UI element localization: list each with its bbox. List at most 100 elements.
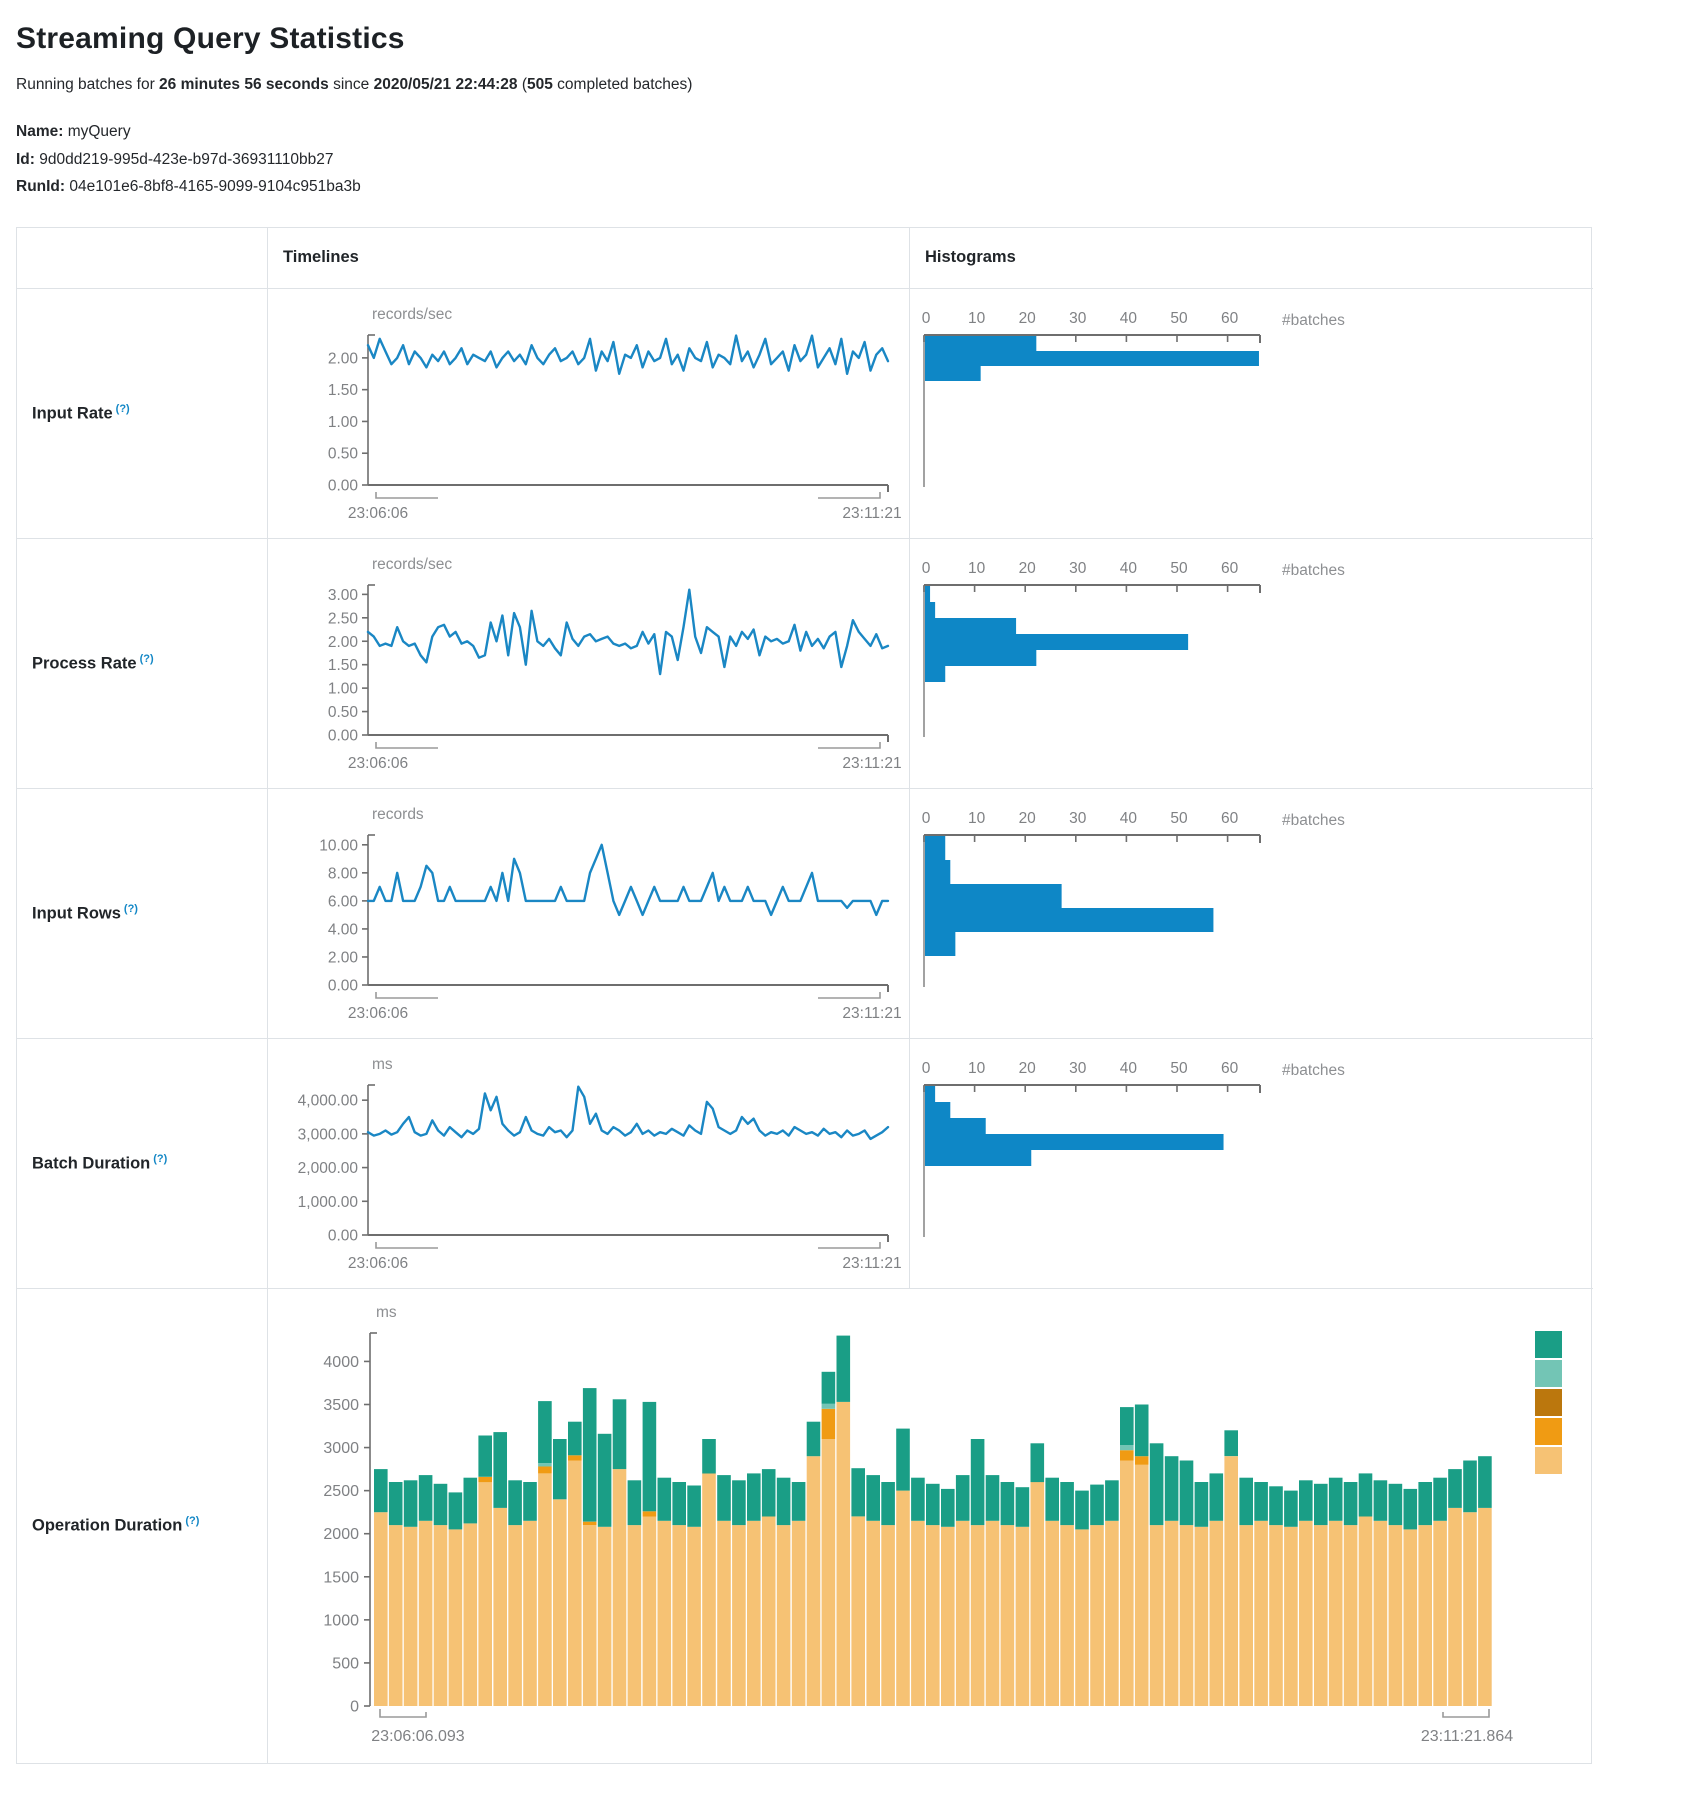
svg-text:2.00: 2.00 bbox=[328, 633, 359, 650]
query-meta: Name: myQuery Id: 9d0dd219-995d-423e-b97… bbox=[16, 118, 1677, 201]
svg-text:#batches: #batches bbox=[1282, 562, 1345, 579]
svg-text:30: 30 bbox=[1069, 810, 1087, 827]
page-title: Streaming Query Statistics bbox=[16, 22, 1677, 56]
svg-text:#batches: #batches bbox=[1282, 312, 1345, 329]
svg-text:records: records bbox=[372, 806, 424, 823]
svg-text:23:11:21: 23:11:21 bbox=[842, 505, 901, 522]
svg-text:1,000.00: 1,000.00 bbox=[298, 1193, 359, 1210]
svg-text:ms: ms bbox=[372, 1056, 393, 1073]
svg-text:4.00: 4.00 bbox=[328, 921, 359, 938]
operation-duration-stacked-chart: ms4000350030002500200015001000500023:06:… bbox=[268, 1289, 1592, 1762]
legend-swatch bbox=[1535, 1418, 1562, 1445]
timelines-header: Timelines bbox=[267, 228, 909, 288]
svg-text:23:11:21: 23:11:21 bbox=[842, 755, 901, 772]
svg-text:3.00: 3.00 bbox=[328, 586, 359, 603]
svg-text:23:11:21.864: 23:11:21.864 bbox=[1421, 1728, 1513, 1745]
help-icon[interactable]: (?) bbox=[140, 653, 154, 665]
svg-text:0: 0 bbox=[922, 810, 931, 827]
svg-text:0: 0 bbox=[922, 310, 931, 327]
svg-text:30: 30 bbox=[1069, 310, 1087, 327]
svg-text:23:06:06: 23:06:06 bbox=[348, 755, 408, 772]
svg-text:500: 500 bbox=[332, 1655, 359, 1672]
svg-text:10: 10 bbox=[968, 310, 986, 327]
row-label-text: Process Rate bbox=[32, 654, 137, 672]
svg-text:23:06:06: 23:06:06 bbox=[348, 505, 408, 522]
runid-label: RunId: bbox=[16, 178, 65, 195]
histogram-bar-chart: #batches0102030405060 bbox=[910, 789, 1592, 1037]
svg-text:1.00: 1.00 bbox=[328, 680, 359, 697]
input-rows-timeline: records10.008.006.004.002.000.0023:06:06… bbox=[267, 788, 909, 1038]
svg-text:#batches: #batches bbox=[1282, 812, 1345, 829]
svg-text:0.00: 0.00 bbox=[328, 977, 359, 994]
svg-text:8.00: 8.00 bbox=[328, 865, 359, 882]
svg-text:6.00: 6.00 bbox=[328, 893, 359, 910]
svg-text:3500: 3500 bbox=[323, 1396, 359, 1413]
svg-text:30: 30 bbox=[1069, 1060, 1087, 1077]
svg-text:40: 40 bbox=[1120, 310, 1138, 327]
row-label-text: Input Rows bbox=[32, 904, 121, 922]
svg-text:#batches: #batches bbox=[1282, 1062, 1345, 1079]
histograms-header-label: Histograms bbox=[925, 248, 1016, 267]
timelines-header-label: Timelines bbox=[283, 248, 359, 267]
svg-text:2,000.00: 2,000.00 bbox=[298, 1160, 359, 1177]
svg-text:records/sec: records/sec bbox=[372, 556, 452, 573]
legend-swatch bbox=[1535, 1447, 1562, 1474]
svg-text:0: 0 bbox=[350, 1698, 359, 1715]
help-icon[interactable]: (?) bbox=[124, 903, 138, 915]
process-rate-histogram: #batches0102030405060 bbox=[909, 538, 1593, 788]
svg-text:records/sec: records/sec bbox=[372, 306, 452, 323]
help-icon[interactable]: (?) bbox=[116, 403, 130, 415]
running-text: since bbox=[329, 76, 374, 93]
timeline-line-chart: records10.008.006.004.002.000.0023:06:06… bbox=[268, 789, 908, 1037]
svg-text:4000: 4000 bbox=[323, 1353, 359, 1370]
stats-table: Timelines Histograms Input Rate(?) recor… bbox=[16, 227, 1592, 1764]
help-icon[interactable]: (?) bbox=[185, 1515, 199, 1527]
svg-text:23:06:06.093: 23:06:06.093 bbox=[371, 1728, 465, 1745]
svg-text:60: 60 bbox=[1221, 560, 1239, 577]
svg-text:50: 50 bbox=[1170, 810, 1188, 827]
svg-text:20: 20 bbox=[1019, 310, 1037, 327]
svg-text:ms: ms bbox=[376, 1304, 397, 1321]
process-rate-timeline: records/sec3.002.502.001.501.000.500.002… bbox=[267, 538, 909, 788]
svg-text:1.50: 1.50 bbox=[328, 657, 359, 674]
page: Streaming Query Statistics Running batch… bbox=[0, 0, 1693, 1804]
legend-swatch bbox=[1535, 1389, 1562, 1416]
svg-text:2000: 2000 bbox=[323, 1526, 359, 1543]
svg-text:40: 40 bbox=[1120, 560, 1138, 577]
timeline-line-chart: records/sec2.001.501.000.500.0023:06:062… bbox=[268, 289, 908, 537]
row-label-text: Operation Duration bbox=[32, 1517, 182, 1535]
timeline-line-chart: records/sec3.002.502.001.501.000.500.002… bbox=[268, 539, 908, 787]
operation-duration-legend bbox=[1535, 1331, 1562, 1476]
row-label-input-rate: Input Rate(?) bbox=[17, 288, 267, 538]
svg-text:23:11:21: 23:11:21 bbox=[842, 1255, 901, 1272]
svg-text:0.00: 0.00 bbox=[328, 477, 359, 494]
id-value: 9d0dd219-995d-423e-b97d-36931110bb27 bbox=[39, 151, 333, 168]
svg-text:0: 0 bbox=[922, 1060, 931, 1077]
svg-text:2.50: 2.50 bbox=[328, 610, 359, 627]
svg-text:10: 10 bbox=[968, 560, 986, 577]
svg-text:10: 10 bbox=[968, 1060, 986, 1077]
row-label-batch-duration: Batch Duration(?) bbox=[17, 1038, 267, 1288]
running-duration: 26 minutes 56 seconds bbox=[159, 76, 329, 93]
corner-header-cell bbox=[17, 228, 267, 288]
running-text: Running batches for bbox=[16, 76, 159, 93]
svg-text:2500: 2500 bbox=[323, 1483, 359, 1500]
histograms-header: Histograms bbox=[909, 228, 1593, 288]
help-icon[interactable]: (?) bbox=[153, 1153, 167, 1165]
name-value: myQuery bbox=[68, 123, 131, 140]
running-summary: Running batches for 26 minutes 56 second… bbox=[16, 76, 1677, 94]
timeline-line-chart: ms4,000.003,000.002,000.001,000.000.0023… bbox=[268, 1039, 908, 1287]
svg-text:1500: 1500 bbox=[323, 1569, 359, 1586]
query-id-line: Id: 9d0dd219-995d-423e-b97d-36931110bb27 bbox=[16, 146, 1677, 174]
svg-text:30: 30 bbox=[1069, 560, 1087, 577]
svg-text:10: 10 bbox=[968, 810, 986, 827]
row-label-text: Input Rate bbox=[32, 404, 113, 422]
running-text: completed batches) bbox=[553, 76, 693, 93]
svg-text:23:06:06: 23:06:06 bbox=[348, 1005, 408, 1022]
svg-text:1000: 1000 bbox=[323, 1612, 359, 1629]
svg-text:4,000.00: 4,000.00 bbox=[298, 1092, 359, 1109]
query-runid-line: RunId: 04e101e6-8bf8-4165-9099-9104c951b… bbox=[16, 173, 1677, 201]
batch-duration-timeline: ms4,000.003,000.002,000.001,000.000.0023… bbox=[267, 1038, 909, 1288]
query-name-line: Name: myQuery bbox=[16, 118, 1677, 146]
svg-text:1.00: 1.00 bbox=[328, 413, 359, 430]
